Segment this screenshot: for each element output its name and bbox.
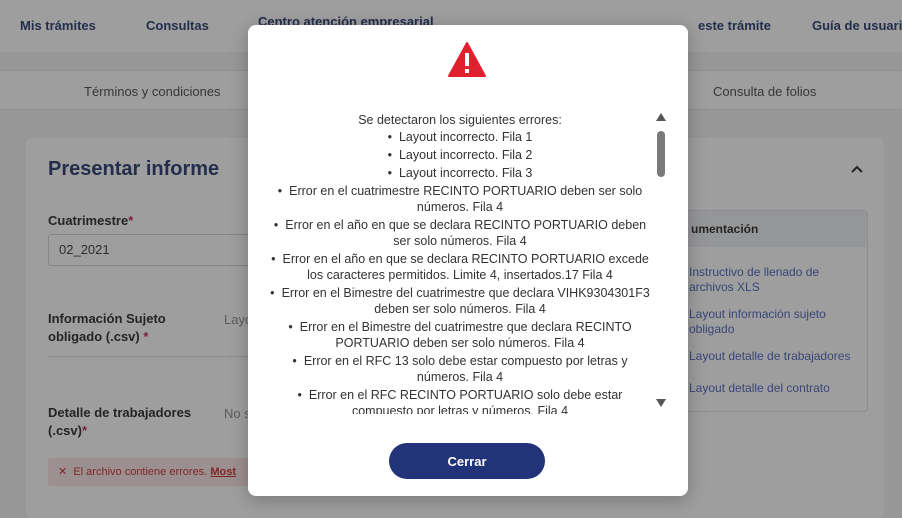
error-intro: Se detectaron los siguientes errores: [358,113,562,127]
scrollbar-thumb[interactable] [657,131,665,177]
error-message-list[interactable]: Se detectaron los siguientes errores: La… [268,112,652,414]
error-item: Layout incorrecto. Fila 3 [268,165,652,181]
error-item: Error en el año en que se declara RECINT… [268,251,652,283]
error-item: Error en el Bimestre del cuatrimestre qu… [268,285,652,317]
error-list: Layout incorrecto. Fila 1 Layout incorre… [268,129,652,414]
error-item: Layout incorrecto. Fila 1 [268,129,652,145]
error-item: Error en el año en que se declara RECINT… [268,217,652,249]
warning-triangle-icon [448,42,486,77]
error-dialog: Se detectaron los siguientes errores: La… [248,25,688,496]
error-item: Error en el Bimestre del cuatrimestre qu… [268,319,652,351]
close-button[interactable]: Cerrar [389,443,545,479]
error-item: Error en el RFC 13 solo debe estar compu… [268,353,652,385]
scroll-down-arrow-icon[interactable] [656,399,666,407]
error-item: Error en el RFC RECINTO PORTUARIO solo d… [268,387,652,414]
scroll-up-arrow-icon[interactable] [656,113,666,121]
error-item: Error en el cuatrimestre RECINTO PORTUAR… [268,183,652,215]
error-item: Layout incorrecto. Fila 2 [268,147,652,163]
